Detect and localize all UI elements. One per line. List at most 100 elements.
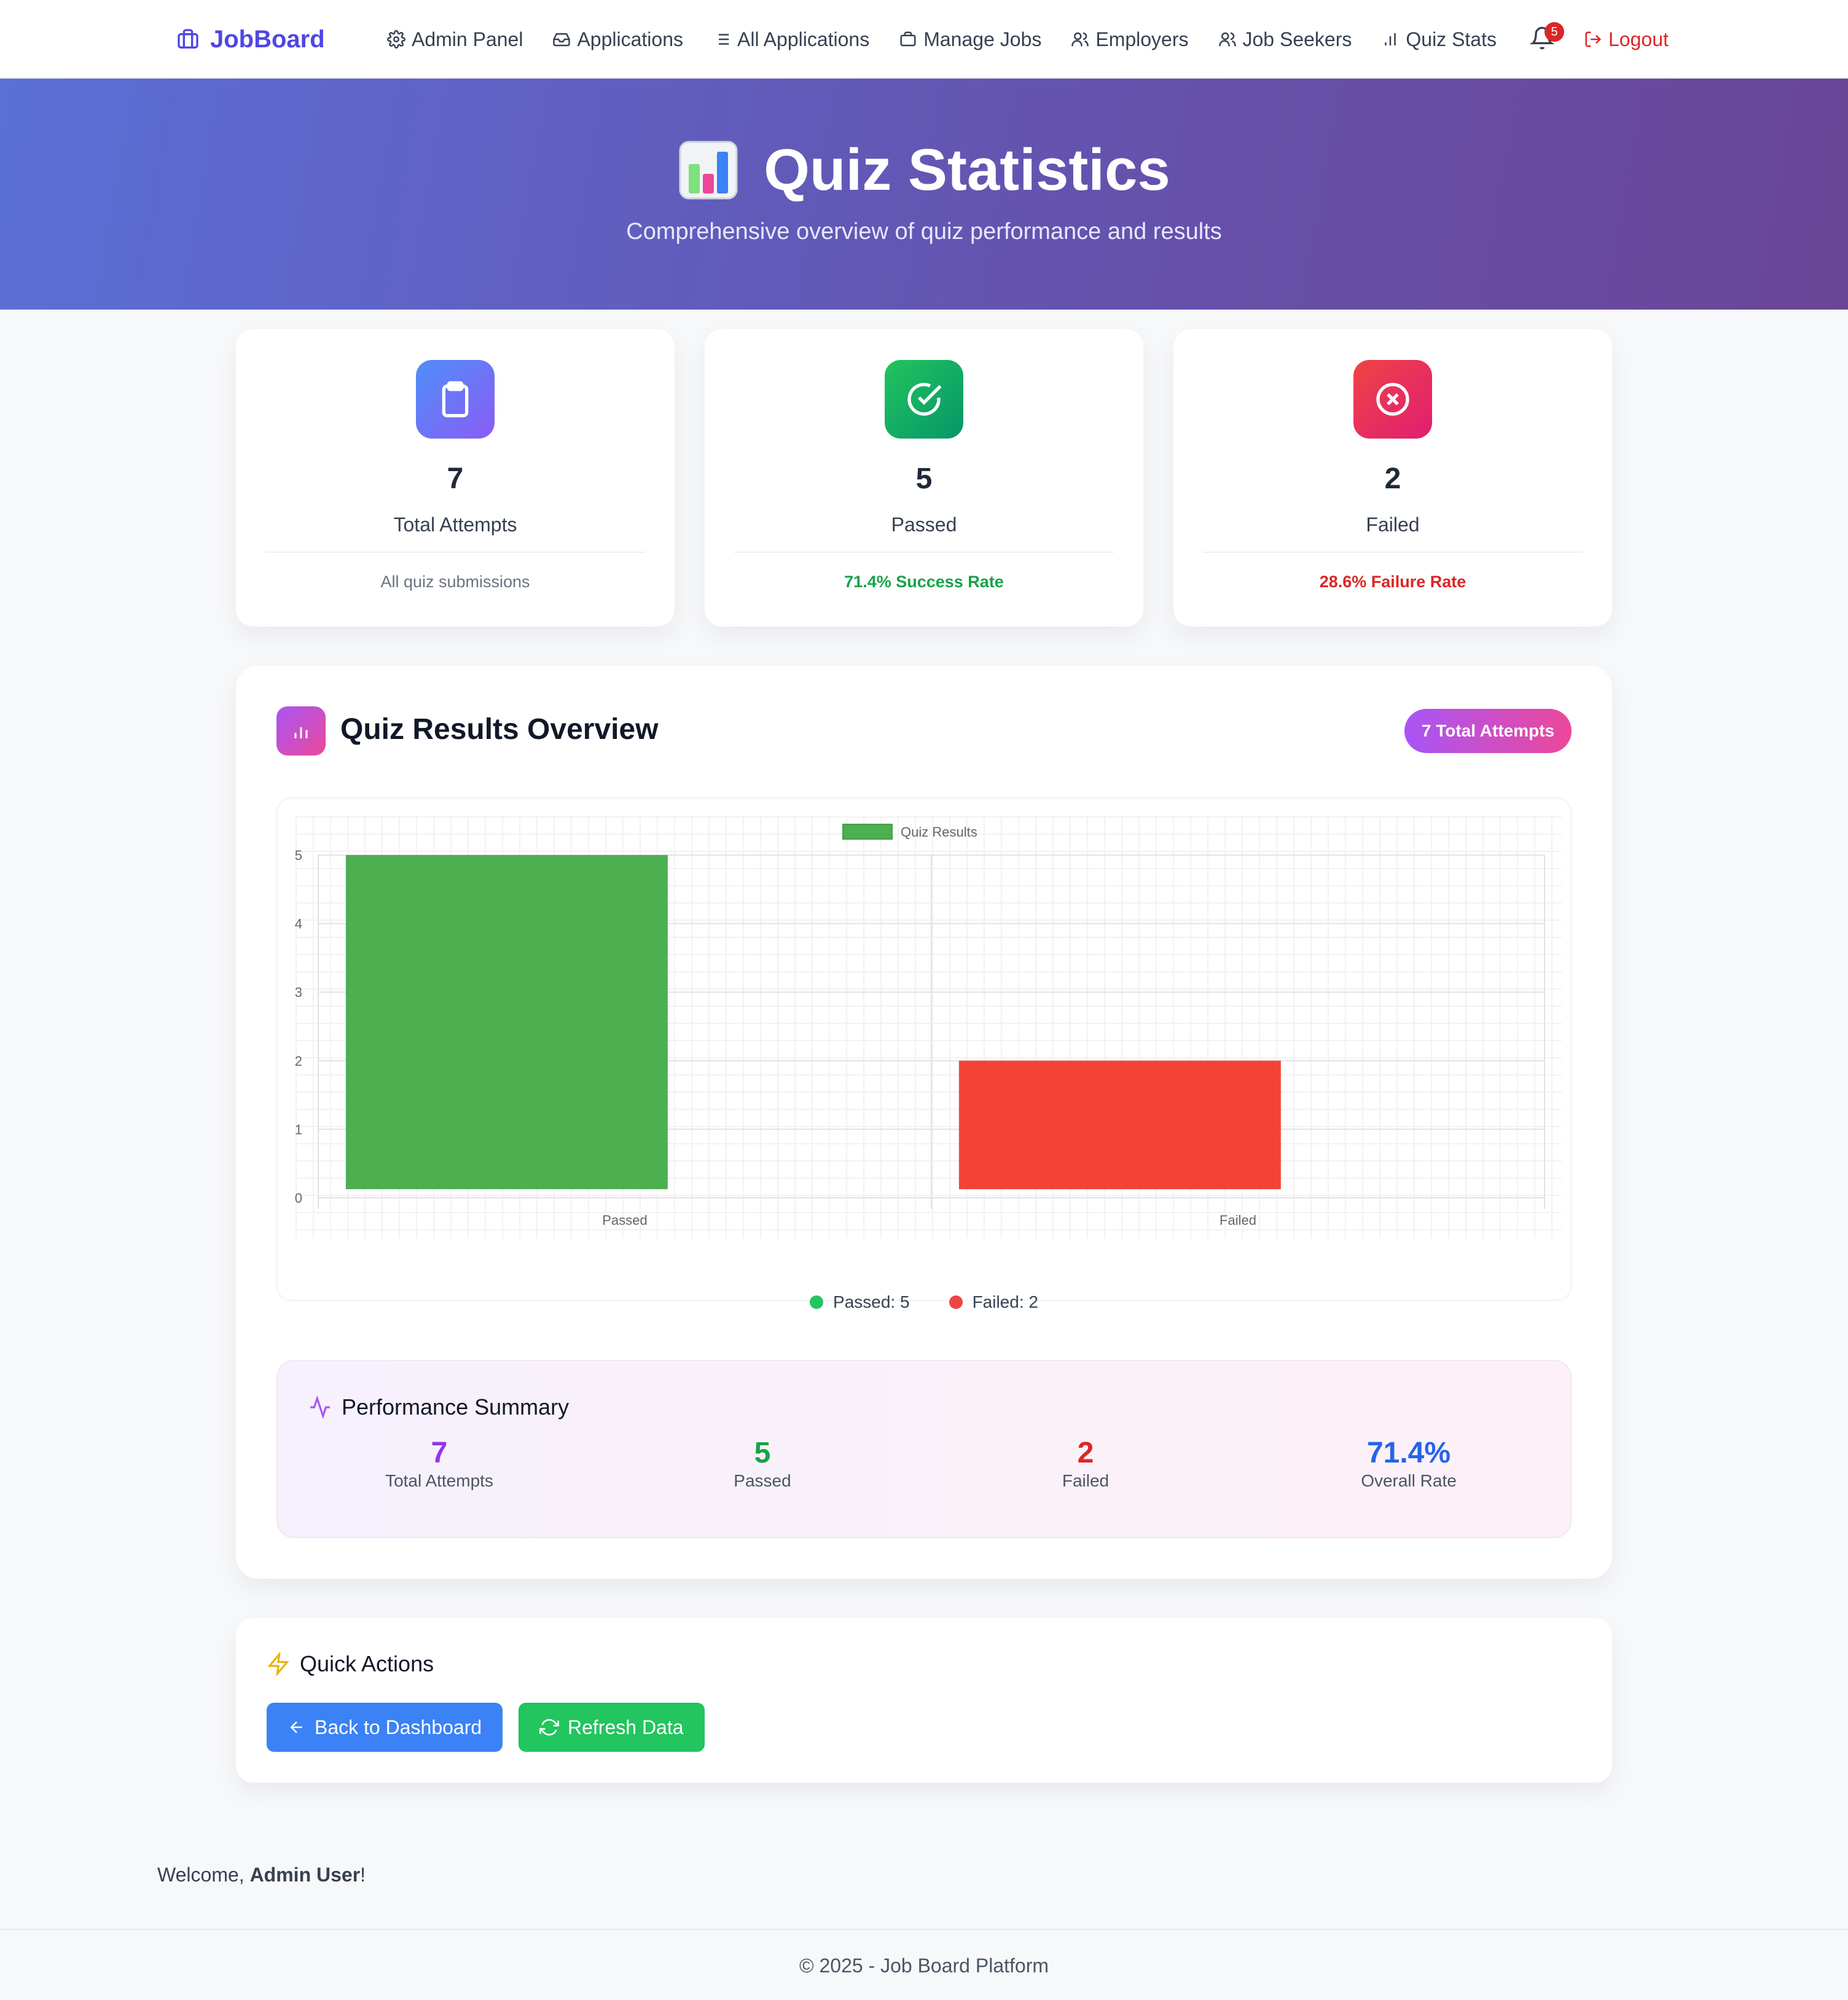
bar-passed [345,855,668,1189]
x-tick-label: Failed [1220,1213,1256,1228]
perf-value: 5 [754,1437,771,1469]
page-title: Quiz Statistics [0,136,1848,204]
performance-summary-label: Performance Summary [342,1394,570,1420]
button-label: Refresh Data [568,1716,684,1738]
performance-grid: 7 Total Attempts 5 Passed 2 Failed 71.4%… [278,1436,1570,1491]
stat-icon-box [416,360,495,439]
nav-label: Admin Panel [412,28,523,50]
x-tick-label: Passed [602,1213,647,1228]
refresh-icon [539,1719,559,1736]
stat-label: Total Attempts [393,514,517,536]
nav-employers[interactable]: Employers [1071,28,1189,51]
stat-card-passed: 5 Passed 71.4% Success Rate [705,329,1143,627]
nav-quiz-stats[interactable]: Quiz Stats [1381,28,1497,51]
quiz-results-overview-card: Quiz Results Overview 7 Total Attempts 0… [236,666,1612,1579]
bar-failed [958,1060,1281,1189]
perf-label: Overall Rate [1361,1471,1457,1490]
page-subtitle: Comprehensive overview of quiz performan… [626,219,1222,244]
quick-actions-title: Quick Actions [267,1651,434,1677]
legend-dot [810,1295,824,1309]
users-icon [1218,32,1236,47]
notification-badge: 5 [1545,22,1564,42]
perf-value: 7 [431,1437,448,1469]
welcome-prefix: Welcome, [157,1864,250,1886]
nav-links: Admin Panel Applications All Application… [387,22,1497,57]
refresh-data-button[interactable]: Refresh Data [519,1703,705,1752]
legend-label: Quiz Results [901,824,977,840]
stat-label: Passed [891,514,957,536]
footer: © 2025 - Job Board Platform [0,1929,1848,2000]
perf-label: Failed [1062,1471,1110,1490]
perf-failed: 2 Failed [924,1436,1247,1491]
briefcase-icon [900,31,916,47]
legend-label: Passed: 5 [833,1292,910,1311]
quick-actions-label: Quick Actions [300,1651,434,1676]
stat-value: 2 [1384,463,1401,495]
chart-legend-summary: Passed: 5 Failed: 2 [236,1292,1612,1312]
arrow-left-icon [290,1721,302,1733]
nav-label: Quiz Stats [1406,28,1497,50]
legend-label: Failed: 2 [972,1292,1038,1311]
users-icon [1071,32,1089,47]
y-tick-label: 0 [295,1190,302,1206]
check-circle-icon [907,383,942,416]
perf-value: 71.4% [1366,1437,1451,1469]
nav-all-applications[interactable]: All Applications [713,28,869,51]
activity-icon [310,1396,330,1419]
divider [734,552,1114,553]
lightning-icon [267,1652,289,1676]
nav-applications[interactable]: Applications [552,28,683,51]
perf-label: Passed [734,1471,791,1490]
welcome-message: Welcome, Admin User! [157,1864,366,1886]
welcome-user: Admin User [249,1864,361,1886]
divider [1203,552,1583,553]
stat-card-failed: 2 Failed 28.6% Failure Rate [1173,329,1612,627]
back-to-dashboard-button[interactable]: Back to Dashboard [267,1703,503,1752]
navbar: JobBoard Admin Panel Applications All Ap… [0,0,1848,79]
quick-actions-card: Quick Actions Back to Dashboard Refresh … [236,1618,1612,1783]
overview-title: Quiz Results Overview [340,713,659,746]
brand-link[interactable]: JobBoard [176,22,325,57]
performance-summary-title: Performance Summary [308,1394,569,1420]
y-tick-label: 1 [295,1122,302,1137]
nav-job-seekers[interactable]: Job Seekers [1218,28,1352,51]
performance-summary: Performance Summary 7 Total Attempts 5 P… [276,1360,1572,1538]
gear-icon [387,30,405,49]
logout-link[interactable]: Logout [1584,22,1669,57]
button-label: Back to Dashboard [315,1716,482,1738]
nav-label: Applications [577,28,683,50]
y-tick-label: 5 [295,848,302,863]
logout-icon [1585,31,1602,47]
divider [265,552,645,553]
y-tick-label: 3 [295,985,302,1000]
briefcase-icon [178,29,198,49]
stat-icon-box [1353,360,1432,439]
welcome-suffix: ! [360,1864,366,1886]
stat-value: 7 [447,463,464,495]
stat-icon-box [885,360,963,439]
clipboard-icon [442,381,469,418]
inbox-icon [553,33,571,47]
stat-footnote: 71.4% Success Rate [844,572,1004,591]
chart-container: 0 1 2 3 4 5 Passed Failed Quiz Results [276,797,1572,1301]
bar-chart-icon [294,727,308,738]
nav-manage-jobs[interactable]: Manage Jobs [899,28,1041,51]
stat-value: 5 [915,463,933,495]
perf-passed: 5 Passed [601,1436,924,1491]
notifications-button[interactable]: 5 [1529,22,1564,54]
brand-name: JobBoard [210,25,325,53]
page-title-text: Quiz Statistics [764,137,1170,203]
logout-label: Logout [1608,28,1669,50]
legend-swatch [842,824,893,840]
y-tick-label: 4 [295,916,302,932]
list-icon [715,34,729,45]
stat-footnote: 28.6% Failure Rate [1319,572,1466,591]
nav-admin-panel[interactable]: Admin Panel [387,28,523,51]
bar-chart-emoji-icon [679,141,738,200]
legend-dot [949,1295,963,1309]
perf-value: 2 [1077,1437,1094,1469]
perf-total: 7 Total Attempts [278,1436,601,1491]
perf-label: Total Attempts [385,1471,493,1490]
stat-card-total: 7 Total Attempts All quiz submissions [236,329,675,627]
legend-item-passed: Passed: 5 [810,1292,910,1312]
